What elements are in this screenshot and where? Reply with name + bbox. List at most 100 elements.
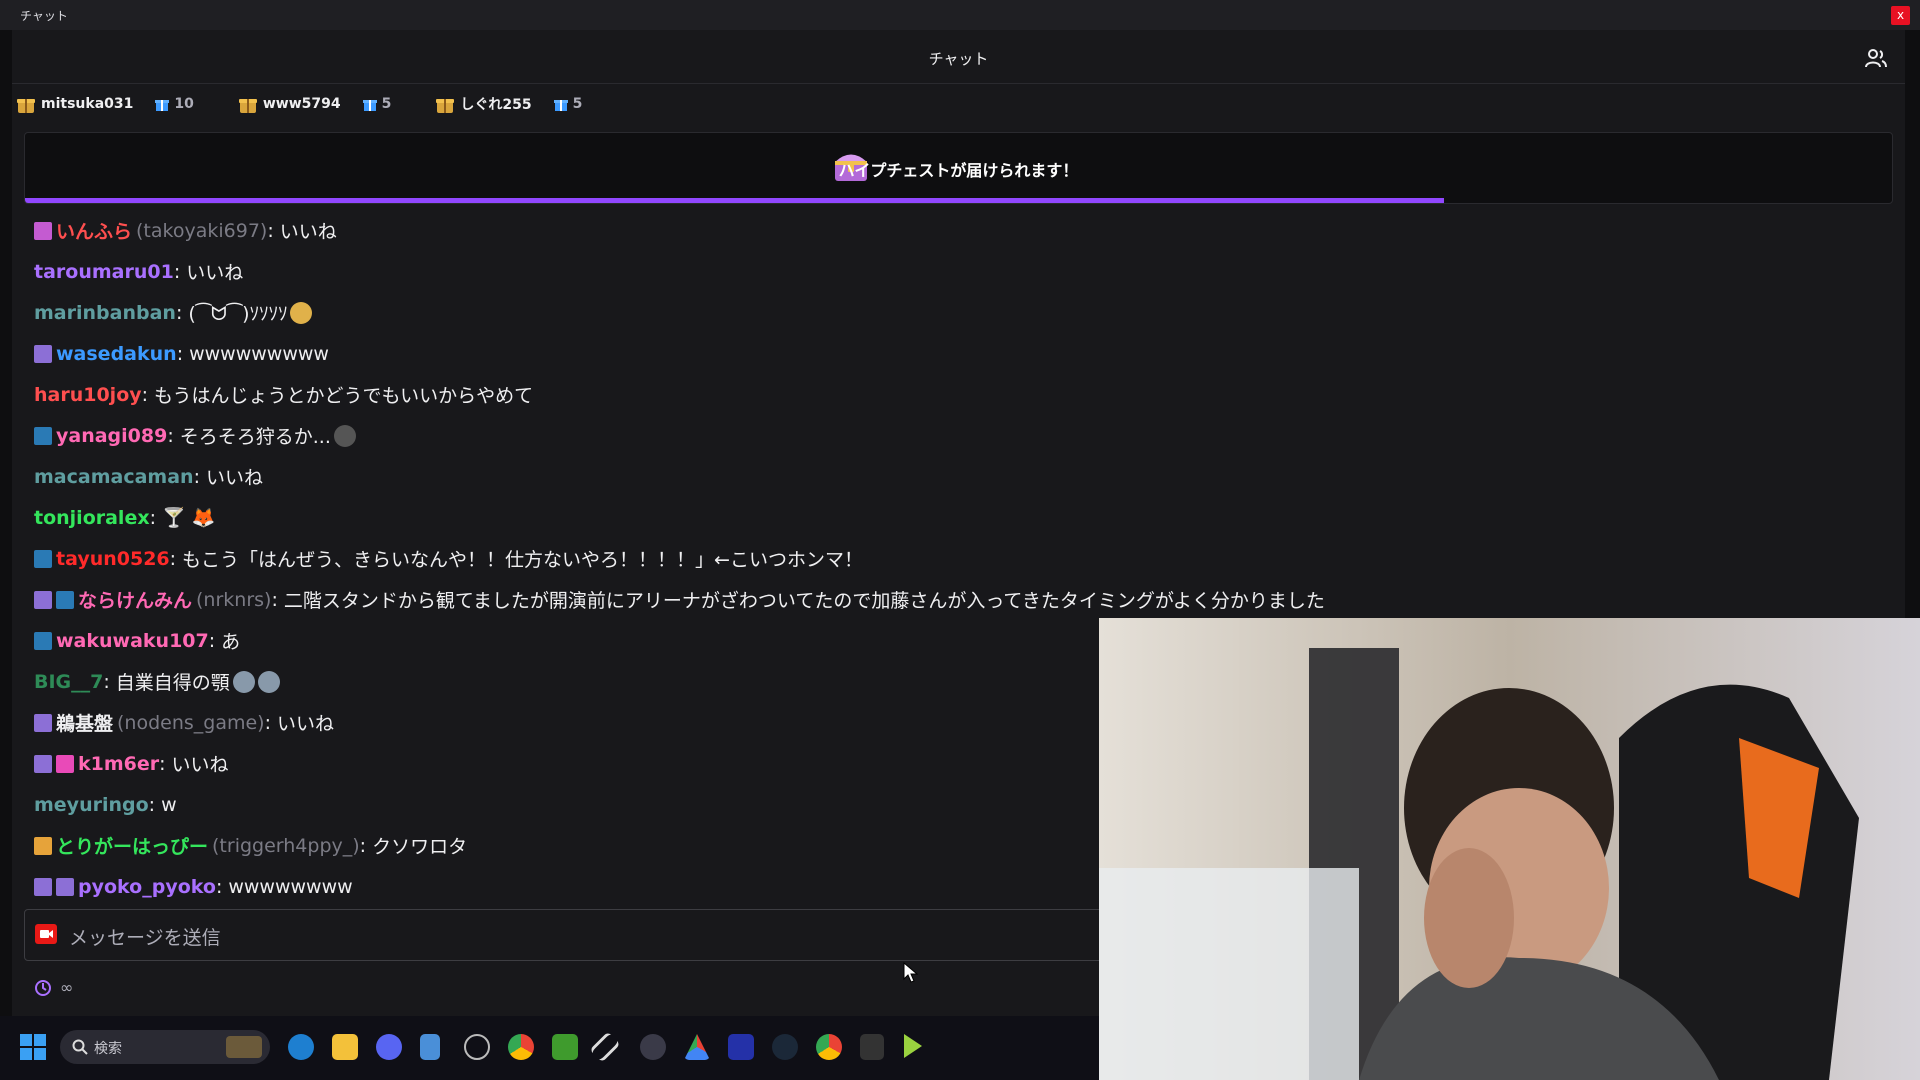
chat-colon: : bbox=[159, 752, 166, 775]
chat-message-text: いいね bbox=[171, 754, 229, 776]
drive-icon[interactable] bbox=[684, 1034, 710, 1060]
chat-message[interactable]: yanagi089: そろそろ狩るか... bbox=[34, 415, 1394, 456]
discord-icon[interactable] bbox=[376, 1034, 402, 1060]
gifter-entry[interactable]: www5794 5 bbox=[238, 94, 414, 114]
x-app-icon[interactable] bbox=[589, 1031, 621, 1063]
gift-icon bbox=[155, 100, 170, 111]
chat-message[interactable]: いんふら (takoyaki697): いいね bbox=[34, 210, 1394, 251]
badge-icon[interactable] bbox=[34, 549, 52, 568]
channel-points[interactable]: ∞ bbox=[34, 978, 73, 997]
minecraft-icon[interactable] bbox=[552, 1034, 578, 1060]
chat-header: チャット bbox=[12, 30, 1905, 84]
chat-message-text: 自業自得の顎 bbox=[115, 672, 230, 694]
gifter-badge-icon bbox=[436, 99, 455, 113]
obs-icon[interactable] bbox=[464, 1034, 490, 1060]
badge-icon[interactable] bbox=[56, 877, 74, 896]
chat-username[interactable]: pyoko_pyoko bbox=[78, 876, 216, 898]
chat-username[interactable]: ならけんみん bbox=[78, 586, 192, 613]
chat-username[interactable]: いんふら bbox=[56, 217, 132, 244]
chat-message[interactable]: wasedakun: wwwwwwwww bbox=[34, 333, 1394, 374]
chat-username[interactable]: meyuringo bbox=[34, 794, 149, 816]
chat-message[interactable]: taroumaru01: いいね bbox=[34, 251, 1394, 292]
chat-message-text: もこう「はんぜう、きらいなんや！！仕方ないやろ！！！！」←こいつホンマ！ bbox=[182, 549, 863, 571]
search-icon bbox=[72, 1039, 88, 1055]
close-button[interactable]: x bbox=[1891, 6, 1910, 25]
chat-colon: : bbox=[208, 629, 216, 652]
badge-icon[interactable] bbox=[34, 426, 52, 445]
chat-colon: : bbox=[359, 834, 367, 857]
app-icon[interactable] bbox=[640, 1034, 666, 1060]
chat-message-text: そろそろ狩るか... bbox=[179, 426, 331, 448]
chat-username[interactable]: marinbanban bbox=[34, 302, 176, 324]
chat-message-text: wwwwwwwww bbox=[189, 342, 329, 365]
chat-colon: : bbox=[176, 342, 184, 365]
chat-username[interactable]: k1m6er bbox=[78, 753, 159, 775]
gifter-entry[interactable]: mitsuka031 10 bbox=[16, 94, 216, 114]
badge-icon[interactable] bbox=[34, 713, 52, 732]
gift-leaderboard: mitsuka031 10 www5794 5 しぐれ255 5 bbox=[16, 92, 626, 116]
badge-icon[interactable] bbox=[34, 754, 52, 773]
chat-message-text: 二階スタンドから観てましたが開演前にアリーナがざわついてたので加藤さんが入ってき… bbox=[283, 590, 1325, 612]
chat-username[interactable]: yanagi089 bbox=[56, 425, 167, 447]
chat-username[interactable]: wakuwaku107 bbox=[56, 630, 209, 652]
users-icon[interactable] bbox=[1865, 48, 1887, 68]
chat-message[interactable]: haru10joy: もうはんじょうとかどうでもいいからやめて bbox=[34, 374, 1394, 415]
chat-colon: : bbox=[169, 547, 177, 570]
chat-colon: : bbox=[103, 670, 110, 693]
emote-icon[interactable] bbox=[232, 670, 255, 693]
chat-message[interactable]: tayun0526: もこう「はんぜう、きらいなんや！！仕方ないやろ！！！！」←こ… bbox=[34, 538, 1394, 579]
chat-username[interactable]: taroumaru01 bbox=[34, 261, 174, 283]
chat-username[interactable]: tonjioralex bbox=[34, 507, 150, 529]
window-title: チャット bbox=[20, 9, 68, 23]
chat-message[interactable]: ならけんみん (nrknrs): 二階スタンドから観てましたが開演前にアリーナがざわ… bbox=[34, 579, 1394, 620]
chat-colon: : bbox=[148, 793, 156, 816]
taskbar-search[interactable]: 検索 bbox=[60, 1030, 270, 1064]
chat-username[interactable]: 鵜基盤 bbox=[56, 709, 113, 736]
hype-progress-bar bbox=[25, 198, 1444, 203]
windows-start-icon[interactable] bbox=[20, 1034, 46, 1060]
chat-username[interactable]: macamacaman bbox=[34, 466, 194, 488]
hype-chest-text: ハイプチェストが届けられます！ bbox=[838, 161, 1079, 180]
emote-icon[interactable] bbox=[290, 301, 313, 324]
chat-login: (nodens_game) bbox=[117, 711, 265, 734]
app-icon-2[interactable] bbox=[860, 1034, 884, 1060]
chat-colon: : bbox=[167, 424, 174, 447]
chrome-icon[interactable] bbox=[508, 1034, 534, 1060]
chrome-icon-2[interactable] bbox=[816, 1034, 842, 1060]
hype-chest-banner[interactable]: ハイプチェストが届けられます！ bbox=[24, 132, 1893, 204]
badge-icon[interactable] bbox=[34, 590, 52, 609]
chat-username[interactable]: wasedakun bbox=[56, 343, 177, 365]
chat-colon: : bbox=[193, 465, 200, 488]
chat-username[interactable]: とりがーはっぴー bbox=[56, 832, 208, 859]
badge-icon[interactable] bbox=[34, 836, 52, 855]
chat-message[interactable]: tonjioralex: 🍸 🦊 bbox=[34, 497, 1394, 538]
file-explorer-icon[interactable] bbox=[332, 1034, 358, 1060]
gifter-entry[interactable]: しぐれ255 5 bbox=[435, 94, 604, 114]
chat-username[interactable]: haru10joy bbox=[34, 384, 142, 406]
chat-username[interactable]: BIG__7 bbox=[34, 671, 103, 693]
badge-icon[interactable] bbox=[34, 631, 52, 650]
gift-count-value: 5 bbox=[381, 96, 392, 112]
badge-icon[interactable] bbox=[56, 590, 74, 609]
gift-icon bbox=[553, 100, 568, 111]
camera-icon[interactable] bbox=[35, 924, 57, 944]
badge-icon[interactable] bbox=[34, 221, 52, 240]
emote-icon[interactable] bbox=[257, 670, 280, 693]
player-icon[interactable] bbox=[904, 1034, 922, 1058]
chat-username[interactable]: tayun0526 bbox=[56, 548, 170, 570]
gift-count-value: 10 bbox=[174, 96, 194, 112]
chat-message-text: もうはんじょうとかどうでもいいからやめて bbox=[154, 385, 534, 407]
monitor-icon[interactable] bbox=[728, 1034, 754, 1060]
chat-message-text: 🍸 🦊 bbox=[162, 507, 216, 529]
chat-input-placeholder: メッセージを送信 bbox=[69, 927, 221, 949]
chat-message[interactable]: macamacaman: いいね bbox=[34, 456, 1394, 497]
edge-icon[interactable] bbox=[288, 1034, 314, 1060]
steam-icon[interactable] bbox=[772, 1034, 798, 1060]
emote-icon[interactable] bbox=[333, 424, 356, 447]
badge-icon[interactable] bbox=[56, 754, 74, 773]
badge-icon[interactable] bbox=[34, 877, 52, 896]
chat-message[interactable]: marinbanban: (⁀ᗢ⁀)ｿｿｿｿ bbox=[34, 292, 1394, 333]
badge-icon[interactable] bbox=[34, 344, 52, 363]
gift-count: 10 bbox=[155, 96, 194, 112]
notepad-icon[interactable] bbox=[420, 1034, 440, 1060]
